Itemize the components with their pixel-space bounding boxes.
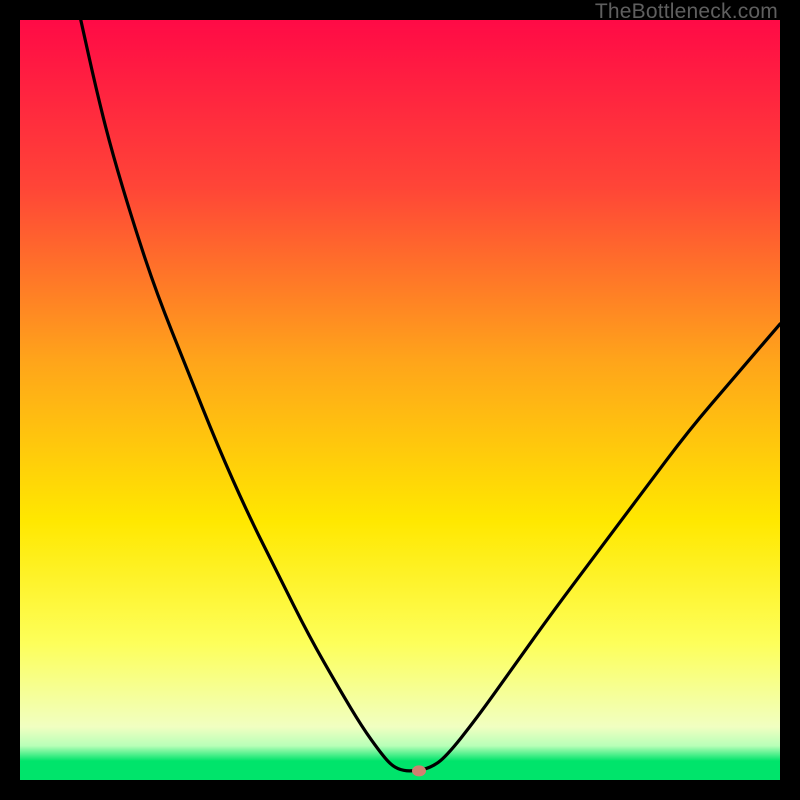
chart-frame [20,20,780,780]
optimal-point-marker [412,765,426,776]
watermark-text: TheBottleneck.com [595,0,778,24]
gradient-background [20,20,780,780]
chart-svg [20,20,780,780]
